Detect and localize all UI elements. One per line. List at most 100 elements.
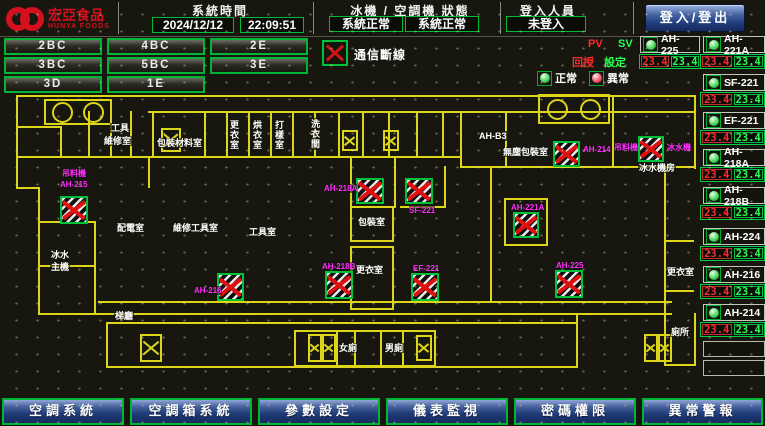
room-label: 包裝材料室 bbox=[156, 138, 203, 148]
wall-segment bbox=[16, 95, 18, 189]
floor-button-3bc[interactable]: 3BC bbox=[4, 57, 102, 74]
room-label: 更衣室 bbox=[666, 267, 695, 277]
wall-segment bbox=[248, 111, 250, 158]
nav-button-ac-system[interactable]: 空調系統 bbox=[2, 398, 124, 425]
pv-value: 23.4 bbox=[702, 248, 732, 259]
room-outline bbox=[350, 246, 394, 310]
floor-button-4bc[interactable]: 4BC bbox=[107, 38, 205, 55]
sv-value: 23.4 bbox=[734, 56, 764, 67]
login-logout-button[interactable]: 登入/登出 bbox=[645, 4, 745, 32]
feedback-label: 回授 bbox=[572, 54, 594, 70]
unit-name: EF-221 bbox=[724, 115, 758, 127]
nav-button-alarm[interactable]: 異常警報 bbox=[642, 398, 763, 425]
unit-name: AH-221A bbox=[724, 33, 762, 57]
wall-segment bbox=[350, 156, 352, 208]
pv-value: 23.4 bbox=[702, 132, 732, 143]
room-label: 主機 bbox=[50, 262, 70, 272]
ahu-offline-icon-ah-215[interactable] bbox=[60, 196, 88, 224]
wall-segment bbox=[442, 111, 444, 158]
status-led-icon bbox=[706, 188, 721, 203]
wall-segment bbox=[694, 313, 696, 366]
logo: 宏亞食品 HUNYA FOODS bbox=[4, 3, 116, 35]
floor-button-2bc[interactable]: 2BC bbox=[4, 38, 102, 55]
wall-segment bbox=[444, 166, 446, 208]
floor-button-1e[interactable]: 1E bbox=[107, 76, 205, 93]
floor-button-3d[interactable]: 3D bbox=[4, 76, 102, 93]
unit-name: AH-218B bbox=[724, 184, 762, 208]
sv-value: 23.4 bbox=[734, 94, 764, 105]
wall-segment bbox=[394, 156, 396, 208]
stair-x-icon bbox=[416, 335, 432, 361]
unit-values-ah-218a: 23.4 23.4 bbox=[700, 167, 765, 182]
room-label: 烘衣室 bbox=[252, 119, 261, 151]
pv-value: 23.4 bbox=[702, 207, 732, 218]
stair-icon bbox=[44, 99, 112, 125]
hmi-screen: 宏亞食品 HUNYA FOODS 系統時間 2024/12/12 22:09:5… bbox=[0, 0, 765, 426]
pv-value: 23.4 bbox=[702, 56, 732, 67]
room-label: 梯廳 bbox=[114, 311, 134, 321]
unit-row-ah-216[interactable]: AH-216 bbox=[703, 266, 765, 283]
stair-x-icon bbox=[322, 334, 336, 362]
ahu-offline-icon-ah-214[interactable] bbox=[553, 141, 580, 167]
sv-value: 23.4 bbox=[734, 169, 764, 180]
wall-segment bbox=[94, 221, 96, 315]
wall-segment bbox=[16, 126, 62, 128]
map-label-ah-215: AH-215 bbox=[60, 180, 88, 189]
chiller-status: 系統正常 bbox=[329, 16, 403, 32]
unit-name: AH-224 bbox=[724, 231, 760, 243]
unit-name: SF-221 bbox=[724, 77, 758, 89]
wall-segment bbox=[204, 111, 206, 158]
floor-button-5bc[interactable]: 5BC bbox=[107, 57, 205, 74]
stair-x-icon bbox=[658, 334, 672, 362]
ahu-offline-icon-ah-225[interactable] bbox=[555, 270, 583, 298]
stair-x-icon bbox=[308, 334, 322, 362]
ahu-offline-icon-ah-221a[interactable] bbox=[513, 212, 539, 238]
status-led-icon bbox=[706, 37, 721, 52]
wall-segment bbox=[664, 240, 694, 242]
map-label-sf-221: SF-221 bbox=[409, 206, 435, 215]
login-status: 未登入 bbox=[506, 16, 586, 32]
unit-row-ef-221[interactable]: EF-221 bbox=[703, 112, 765, 129]
status-led-icon bbox=[706, 229, 721, 244]
unit-row-sf-221[interactable]: SF-221 bbox=[703, 74, 765, 91]
unit-row-ah-224[interactable]: AH-224 bbox=[703, 228, 765, 245]
comm-offline-icon bbox=[322, 40, 348, 66]
unit-values-ah-221a: 23.4 23.4 bbox=[700, 54, 765, 69]
room-label: 女廁 bbox=[338, 343, 358, 353]
elevator-icon bbox=[342, 130, 358, 151]
map-label-hoist: 吊料機 bbox=[62, 169, 86, 178]
system-time-value: 22:09:51 bbox=[240, 17, 304, 33]
unit-values-ah-225: 23.4 23.4 bbox=[639, 54, 701, 69]
unit-row-ah-221a[interactable]: AH-221A bbox=[703, 36, 765, 53]
normal-label: 正常 bbox=[555, 70, 577, 86]
floor-button-2e[interactable]: 2E bbox=[210, 38, 308, 55]
ahu-offline-icon-sf-221[interactable] bbox=[405, 178, 433, 204]
stair-x-icon bbox=[644, 334, 658, 362]
ahu-offline-icon-ef-221[interactable] bbox=[411, 273, 439, 301]
abnormal-label: 異常 bbox=[607, 70, 629, 86]
ahu-offline-icon-ah-218b[interactable] bbox=[325, 271, 353, 299]
nav-button-meter-monitor[interactable]: 儀表監視 bbox=[386, 398, 508, 425]
room-label: 冰水 bbox=[50, 250, 70, 260]
wall-segment bbox=[416, 111, 418, 158]
unit-values-ah-214: 23.4 23.4 bbox=[700, 322, 765, 337]
floor-button-3e[interactable]: 3E bbox=[210, 57, 308, 74]
wall-segment bbox=[270, 111, 272, 158]
nav-button-parameter-settings[interactable]: 參數設定 bbox=[258, 398, 380, 425]
unit-row-ah-214[interactable]: AH-214 bbox=[703, 304, 765, 321]
nav-button-ahu-system[interactable]: 空調箱系統 bbox=[130, 398, 252, 425]
ahu-status: 系統正常 bbox=[405, 16, 479, 32]
nav-button-password-access[interactable]: 密碼權限 bbox=[514, 398, 636, 425]
unit-row-ah-225[interactable]: AH-225 bbox=[640, 36, 700, 53]
unit-name: AH-216 bbox=[724, 269, 760, 281]
wall-segment bbox=[130, 111, 132, 158]
map-label-ah-218b: AH-218B bbox=[322, 262, 355, 271]
unit-row-ah-218b[interactable]: AH-218B bbox=[703, 187, 765, 204]
wall-segment bbox=[576, 313, 578, 368]
unit-row-ah-218a[interactable]: AH-218A bbox=[703, 149, 765, 166]
wall-segment bbox=[694, 95, 696, 169]
ahu-offline-icon-ah-218a[interactable] bbox=[356, 178, 384, 204]
sv-value: 23.4 bbox=[734, 132, 764, 143]
ahu-offline-icon-chiller[interactable] bbox=[638, 136, 664, 162]
map-label-ah-216: AH-216 bbox=[194, 286, 222, 295]
